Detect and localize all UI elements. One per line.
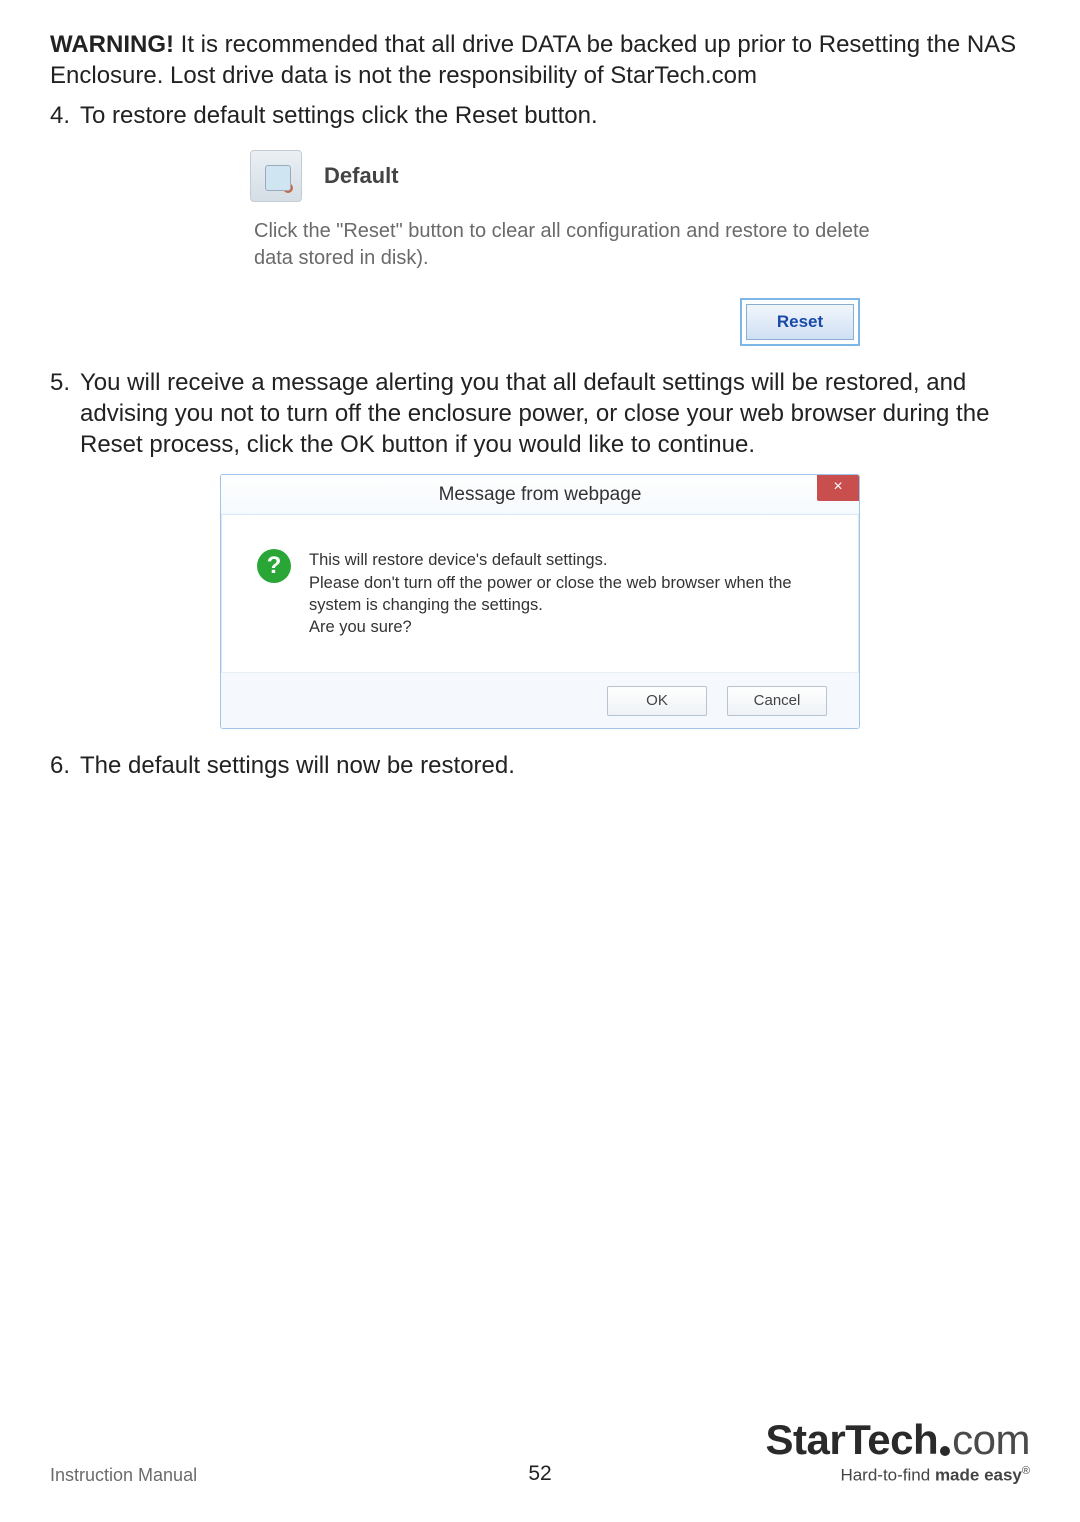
step-text: To restore default settings click the Re… — [80, 101, 1030, 132]
page-footer: Instruction Manual 52 StarTechcom Hard-t… — [50, 1419, 1030, 1486]
dialog-close-button[interactable]: × — [817, 475, 859, 501]
panel-title: Default — [324, 163, 399, 189]
panel-description: Click the "Reset" button to clear all co… — [254, 218, 880, 272]
warning-text: It is recommended that all drive DATA be… — [50, 31, 1016, 89]
step-number: 4. — [50, 101, 80, 132]
dialog-titlebar: Message from webpage × — [221, 475, 859, 515]
step-6: 6. The default settings will now be rest… — [50, 751, 1030, 782]
confirm-dialog: Message from webpage × ? This will resto… — [220, 474, 860, 729]
logo-text-bold: StarTech — [766, 1416, 939, 1463]
panel-header: Default — [250, 150, 880, 202]
logo-dot-icon — [940, 1446, 950, 1456]
warning-label: WARNING! — [50, 31, 174, 58]
reset-button[interactable]: Reset — [746, 304, 854, 340]
step-text: The default settings will now be restore… — [80, 751, 1030, 782]
dialog-title: Message from webpage — [439, 484, 642, 506]
default-settings-panel: Default Click the "Reset" button to clea… — [250, 150, 880, 346]
logo-text-thin: com — [952, 1416, 1030, 1463]
question-icon: ? — [257, 549, 291, 583]
dialog-ok-button[interactable]: OK — [607, 686, 707, 716]
step-4: 4. To restore default settings click the… — [50, 101, 1030, 132]
page-number: 52 — [50, 1462, 1030, 1486]
dialog-cancel-button[interactable]: Cancel — [727, 686, 827, 716]
warning-paragraph: WARNING! It is recommended that all driv… — [50, 30, 1030, 91]
dialog-message: This will restore device's default setti… — [309, 549, 833, 638]
step-number: 6. — [50, 751, 80, 782]
step-5: 5. You will receive a message alerting y… — [50, 368, 1030, 460]
reset-button-focus-ring: Reset — [740, 298, 860, 346]
dialog-button-row: OK Cancel — [221, 672, 859, 728]
step-text: You will receive a message alerting you … — [80, 368, 1030, 460]
step-number: 5. — [50, 368, 80, 460]
default-icon — [250, 150, 302, 202]
